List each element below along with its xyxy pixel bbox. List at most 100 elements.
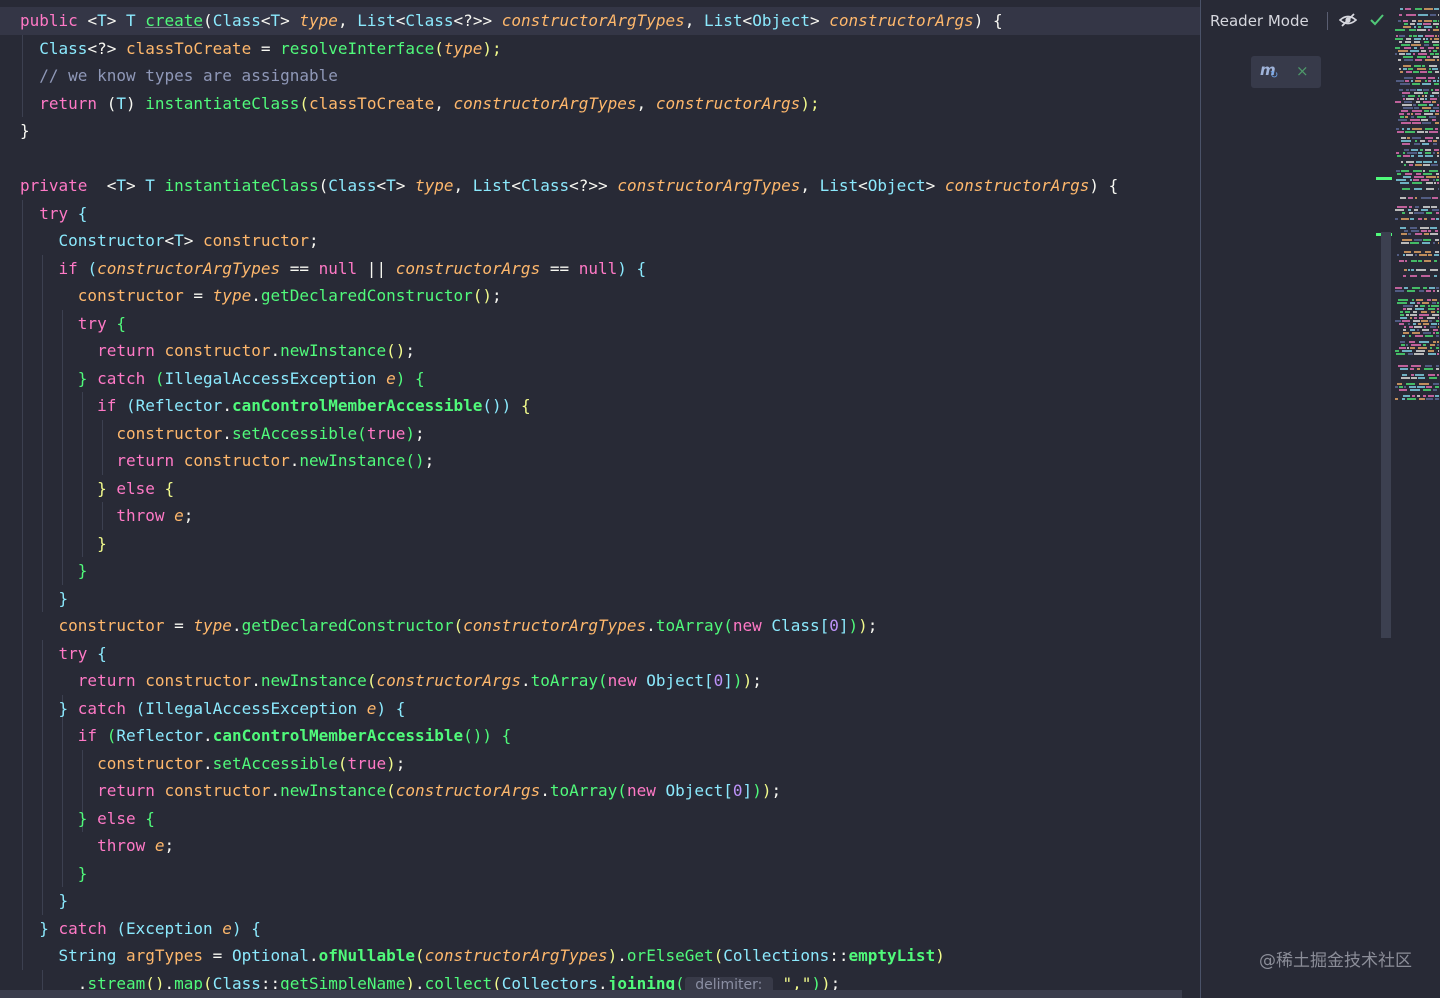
minimap-stroke bbox=[1435, 128, 1438, 130]
minimap-stroke bbox=[1434, 83, 1439, 85]
code-token: constructorArgs bbox=[376, 671, 521, 690]
close-icon[interactable]: × bbox=[1296, 62, 1309, 80]
minimap-stroke bbox=[1421, 197, 1431, 199]
minimap-stroke bbox=[1436, 335, 1439, 337]
code-line[interactable]: try { bbox=[0, 200, 87, 228]
code-line[interactable]: return constructor.newInstance(construct… bbox=[0, 667, 762, 695]
code-line[interactable]: } catch (IllegalAccessException e) { bbox=[0, 365, 425, 393]
horizontal-scrollbar[interactable] bbox=[0, 990, 1182, 998]
minimap-stroke bbox=[1434, 182, 1436, 184]
code-token: toArray bbox=[655, 616, 724, 635]
code-token: 0 bbox=[829, 616, 839, 635]
minimap-stroke bbox=[1417, 29, 1426, 31]
code-line[interactable]: } bbox=[0, 860, 88, 888]
minimap-stroke bbox=[1418, 14, 1428, 16]
minimap-stroke bbox=[1425, 251, 1431, 253]
code-line[interactable]: } bbox=[0, 887, 69, 915]
code-line[interactable]: } bbox=[0, 117, 30, 145]
code-line[interactable]: constructor.setAccessible(true); bbox=[0, 420, 424, 448]
code-token: ( bbox=[386, 781, 396, 800]
inspection-ok-check-icon[interactable] bbox=[1369, 12, 1385, 28]
code-token: ) { bbox=[231, 918, 261, 938]
minimap-stroke bbox=[1425, 155, 1433, 157]
code-token: T bbox=[97, 11, 107, 30]
minimap-stroke bbox=[1423, 344, 1426, 346]
minimap-stroke bbox=[1411, 365, 1421, 367]
code-token: < bbox=[395, 11, 406, 30]
code-line[interactable]: } catch (Exception e) { bbox=[0, 915, 261, 943]
code-token: == bbox=[540, 258, 579, 278]
code-line[interactable]: public <T> T create(Class<T> type, List<… bbox=[0, 7, 1200, 35]
code-line[interactable]: constructor = type.getDeclaredConstructo… bbox=[0, 282, 502, 310]
minimap-stroke bbox=[1411, 80, 1413, 82]
minimap-stroke bbox=[1399, 14, 1402, 16]
minimap-stroke bbox=[1436, 26, 1438, 28]
minimap-stroke bbox=[1399, 260, 1404, 262]
code-line[interactable]: // we know types are assignable bbox=[0, 62, 338, 90]
eye-slash-icon[interactable] bbox=[1339, 12, 1357, 28]
minimap-stroke bbox=[1432, 68, 1438, 70]
minimap-stroke bbox=[1403, 26, 1411, 28]
minimap-stroke bbox=[1436, 110, 1439, 112]
minimap-stroke bbox=[1415, 197, 1417, 199]
code-token: () bbox=[472, 286, 493, 305]
code-line[interactable]: return constructor.newInstance(); bbox=[0, 447, 434, 475]
code-line[interactable]: Class<?> classToCreate = resolveInterfac… bbox=[0, 35, 501, 63]
code-token: constructorArgTypes bbox=[97, 258, 281, 278]
code-line[interactable]: String argTypes = Optional.ofNullable(co… bbox=[0, 942, 945, 970]
code-line[interactable]: } catch (IllegalAccessException e) { bbox=[0, 695, 406, 723]
code-editor[interactable]: public <T> T create(Class<T> type, List<… bbox=[0, 0, 1200, 998]
code-token: newInstance bbox=[280, 781, 387, 800]
maven-reload-widget[interactable]: m ↻ × bbox=[1251, 56, 1321, 88]
minimap-stroke bbox=[1413, 35, 1417, 37]
minimap-stroke bbox=[1425, 128, 1433, 130]
code-token: < bbox=[376, 176, 387, 195]
code-line[interactable]: Constructor<T> constructor; bbox=[0, 227, 319, 255]
minimap-stroke bbox=[1399, 68, 1401, 70]
minimap-stroke bbox=[1400, 368, 1408, 370]
toolbar-separator bbox=[1327, 12, 1328, 30]
code-line[interactable]: try { bbox=[0, 640, 107, 668]
minimap-stroke bbox=[1426, 188, 1434, 190]
code-line[interactable]: constructor.setAccessible(true); bbox=[0, 750, 405, 778]
code-line[interactable]: if (Reflector.canControlMemberAccessible… bbox=[0, 392, 531, 420]
code-token: || bbox=[357, 258, 396, 278]
code-line[interactable]: if (constructorArgTypes == null || const… bbox=[0, 255, 647, 283]
code-line[interactable] bbox=[0, 145, 20, 173]
code-line[interactable]: constructor = type.getDeclaredConstructo… bbox=[0, 612, 878, 640]
code-token: return bbox=[97, 781, 165, 800]
code-line[interactable]: return (T) instantiateClass(classToCreat… bbox=[0, 90, 819, 118]
code-line[interactable]: } bbox=[0, 530, 107, 558]
code-line[interactable]: private <T> T instantiateClass(Class<T> … bbox=[0, 172, 1118, 200]
code-token: < bbox=[260, 11, 271, 30]
code-token: constructor bbox=[116, 423, 223, 443]
code-line[interactable]: return constructor.newInstance(construct… bbox=[0, 777, 781, 805]
code-line[interactable]: try { bbox=[0, 310, 126, 338]
code-line[interactable]: return constructor.newInstance(); bbox=[0, 337, 415, 365]
code-minimap[interactable] bbox=[1395, 0, 1440, 998]
minimap-stroke bbox=[1409, 386, 1416, 388]
reader-mode-toggle[interactable]: Reader Mode bbox=[1210, 12, 1309, 30]
code-line[interactable]: } else { bbox=[0, 805, 155, 833]
code-line[interactable]: throw e; bbox=[0, 502, 193, 530]
code-token: <?> bbox=[87, 38, 126, 58]
minimap-stroke bbox=[1409, 212, 1413, 214]
minimap-stroke bbox=[1438, 242, 1439, 244]
code-token: constructorArgs bbox=[944, 176, 1090, 195]
vertical-scrollbar-thumb[interactable] bbox=[1381, 232, 1391, 638]
code-token: ( bbox=[453, 616, 464, 635]
code-line[interactable]: if (Reflector.canControlMemberAccessible… bbox=[0, 722, 512, 750]
code-token: List bbox=[472, 176, 512, 195]
minimap-stroke bbox=[1429, 320, 1432, 322]
minimap-stroke bbox=[1422, 329, 1429, 331]
minimap-stroke bbox=[1421, 119, 1428, 121]
minimap-stroke bbox=[1404, 326, 1406, 328]
code-line[interactable]: } else { bbox=[0, 475, 174, 503]
code-token: constructorArgTypes bbox=[453, 93, 637, 113]
minimap-stroke bbox=[1422, 107, 1431, 109]
minimap-stroke bbox=[1401, 242, 1409, 244]
code-line[interactable]: throw e; bbox=[0, 832, 174, 860]
code-line[interactable]: } bbox=[0, 585, 69, 613]
code-line[interactable]: } bbox=[0, 557, 88, 585]
